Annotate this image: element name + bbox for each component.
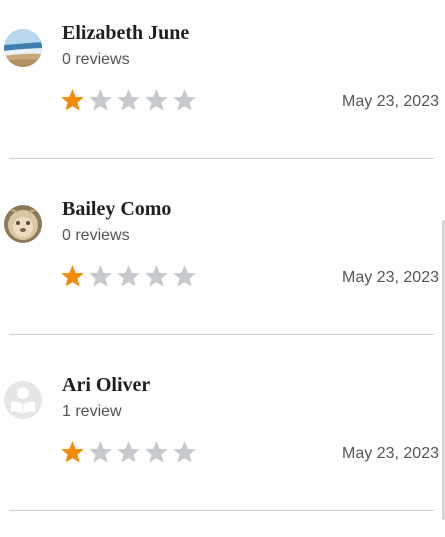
- divider: [9, 334, 434, 335]
- star-rating: [60, 87, 197, 115]
- star-empty-icon: [117, 441, 140, 463]
- beach-photo-icon: [4, 29, 42, 67]
- reviewer-review-count: 1 review: [62, 403, 122, 420]
- review-item: Bailey Como 0 reviews May 23, 2023: [0, 176, 445, 352]
- pet-photo-icon: [4, 205, 42, 243]
- star-empty-icon: [145, 89, 168, 111]
- review-item: Ari Oliver 1 review May 23, 2023: [0, 352, 445, 528]
- star-rating: [60, 263, 197, 291]
- star-empty-icon: [89, 441, 112, 463]
- reviewer-name[interactable]: Bailey Como: [62, 198, 171, 221]
- divider: [9, 158, 434, 159]
- star-empty-icon: [89, 89, 112, 111]
- star-empty-icon: [173, 441, 196, 463]
- star-filled-icon: [61, 265, 84, 287]
- star-empty-icon: [145, 265, 168, 287]
- star-empty-icon: [173, 89, 196, 111]
- star-filled-icon: [61, 89, 84, 111]
- review-item: Elizabeth June 0 reviews May 23, 2023: [0, 0, 445, 176]
- star-rating: [60, 439, 197, 467]
- default-reader-icon: [4, 381, 42, 419]
- star-empty-icon: [117, 265, 140, 287]
- avatar[interactable]: [4, 29, 42, 67]
- reviewer-review-count: 0 reviews: [62, 227, 130, 244]
- divider: [9, 510, 434, 511]
- review-date: May 23, 2023: [342, 93, 439, 110]
- review-date: May 23, 2023: [342, 269, 439, 286]
- avatar[interactable]: [4, 205, 42, 243]
- star-filled-icon: [61, 441, 84, 463]
- reviewer-name[interactable]: Ari Oliver: [62, 374, 150, 397]
- star-empty-icon: [89, 265, 112, 287]
- star-empty-icon: [173, 265, 196, 287]
- avatar[interactable]: [4, 381, 42, 419]
- star-empty-icon: [145, 441, 168, 463]
- reviewer-review-count: 0 reviews: [62, 51, 130, 68]
- review-date: May 23, 2023: [342, 445, 439, 462]
- reviewer-name[interactable]: Elizabeth June: [62, 22, 189, 45]
- star-empty-icon: [117, 89, 140, 111]
